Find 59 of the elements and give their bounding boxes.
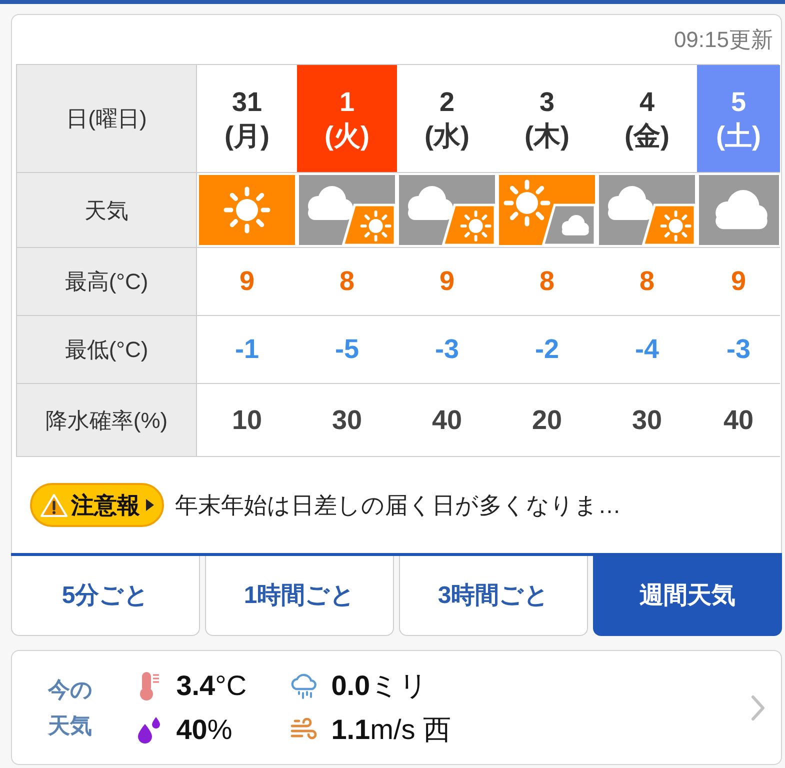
notice-text[interactable]: 年末年始は日差しの届く日が多くなりま…: [175, 488, 621, 522]
weekday-label: (月): [224, 120, 270, 152]
precipitation-chance: 30: [332, 404, 362, 437]
low-temperature: -4: [634, 333, 659, 366]
weekday-label: (火): [324, 120, 370, 152]
low-temperature: -3: [726, 333, 750, 366]
low-temperature: -3: [434, 333, 459, 366]
tab[interactable]: 週間天気: [593, 556, 782, 636]
row-header: 降水確率(%): [17, 384, 197, 457]
weekday-label: (木): [524, 120, 570, 152]
high-temperature: 9: [439, 265, 455, 298]
day-number: 4: [639, 86, 655, 118]
day-number: 2: [439, 86, 455, 118]
high-temperature: 8: [339, 265, 355, 298]
tab[interactable]: 1時間ごと: [205, 556, 394, 636]
high-temperature: 8: [539, 265, 555, 298]
cloud-and-sun-icon: [299, 175, 395, 245]
rain-cloud-icon: [289, 672, 320, 700]
row-header: 天気: [17, 173, 197, 248]
low-temperature: -2: [534, 333, 559, 366]
low-temperature: -5: [334, 333, 359, 366]
water-drops-icon: [136, 716, 162, 744]
humidity-reading: 40%: [176, 712, 232, 746]
tab[interactable]: 3時間ごと: [399, 556, 588, 636]
thermometer-icon: [138, 670, 160, 700]
day-number: 5: [730, 86, 746, 118]
caret-icon: [146, 499, 154, 511]
precipitation-chance: 40: [432, 404, 462, 437]
update-time: 09:15更新: [674, 26, 773, 54]
precipitation-chance: 30: [632, 404, 662, 437]
row-header: 日(曜日): [17, 65, 197, 173]
row-header: 最高(°C): [17, 248, 197, 316]
wind-reading: 1.1m/s 西: [331, 712, 452, 746]
high-temperature: 9: [730, 265, 746, 298]
tab[interactable]: 5分ごと: [11, 556, 200, 636]
row-header: 最低(°C): [17, 316, 197, 384]
weekday-label: (土): [716, 120, 761, 152]
sun-and-cloud-icon: [499, 175, 595, 245]
cloud-and-sun-icon: [399, 175, 495, 245]
temperature-reading: 3.4°C: [176, 668, 247, 702]
precipitation-chance: 40: [723, 404, 754, 437]
sun-icon: [199, 175, 295, 245]
warning-icon: [40, 492, 68, 518]
day-number: 3: [539, 86, 555, 118]
weekday-label: (金): [624, 120, 670, 152]
cloud-icon: [698, 175, 778, 245]
day-number: 31: [232, 86, 262, 118]
high-temperature: 8: [639, 265, 655, 298]
precipitation-chance: 10: [232, 404, 262, 437]
current-weather-title: 今の天気: [48, 676, 94, 740]
high-temperature: 9: [239, 265, 255, 298]
low-temperature: -1: [234, 333, 259, 366]
cloud-and-sun-icon: [599, 175, 695, 245]
precipitation-chance: 20: [532, 404, 562, 437]
day-number: 1: [339, 86, 355, 118]
chevron-right-icon: [751, 694, 765, 720]
warning-badge[interactable]: 注意報: [30, 483, 164, 527]
weekday-label: (水): [424, 120, 470, 152]
wind-icon: [290, 718, 318, 742]
